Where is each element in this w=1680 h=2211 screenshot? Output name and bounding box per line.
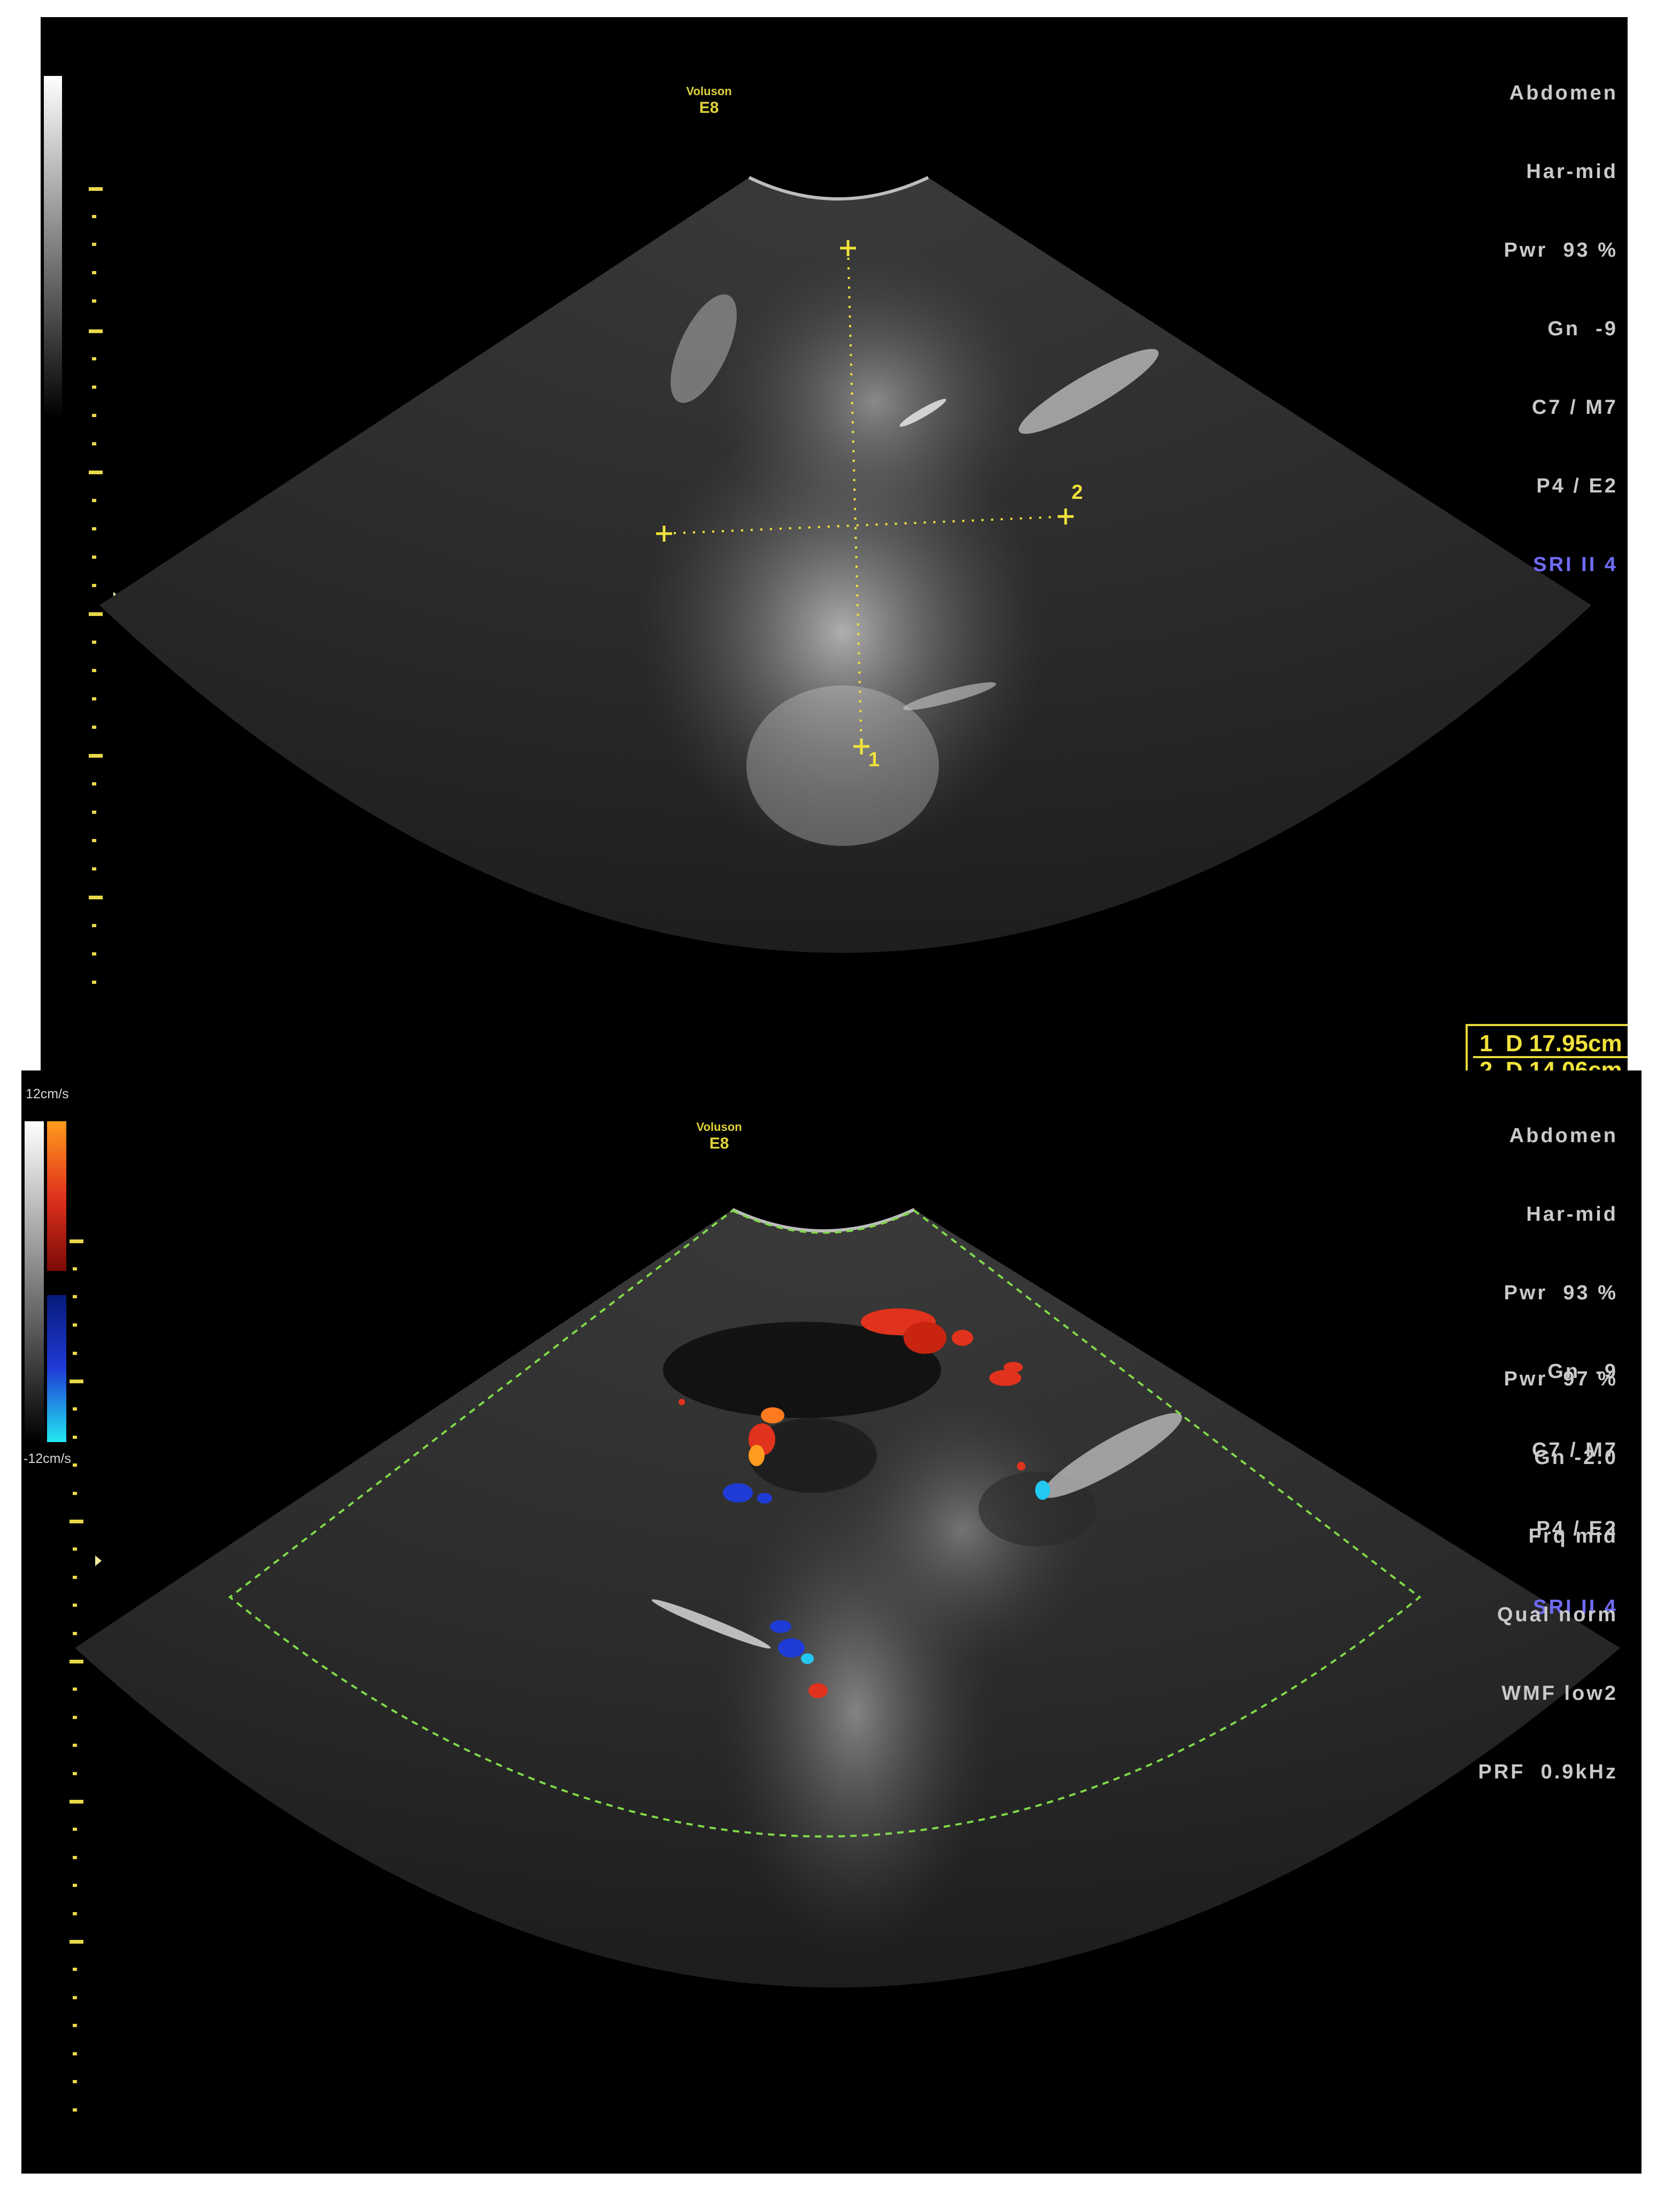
- brand-line1: Voluson: [686, 84, 732, 98]
- info-line: WMF low2: [1501, 1682, 1618, 1705]
- color-doppler-parameters: Pwr 97 % Gn -2.0 Frq mid Qual norm WMF l…: [1478, 1314, 1618, 1838]
- brand-line1: Voluson: [696, 1120, 742, 1134]
- info-line: Gn -9: [1547, 318, 1618, 340]
- ultrasound-color-doppler-panel: 12cm/s -12cm/s Voluson E8 Abdomen Har-mi…: [21, 1070, 1642, 2174]
- info-line: PRF 0.9kHz: [1478, 1761, 1618, 1783]
- caliper-label-2: 2: [1072, 481, 1083, 504]
- color-doppler-image: [25, 1121, 1620, 2112]
- grayscale-bar: [44, 76, 62, 418]
- info-line: Frq mid: [1528, 1525, 1618, 1547]
- measurement-1: 1 D 17.95cm: [1479, 1030, 1622, 1057]
- info-line: Qual norm: [1497, 1604, 1618, 1626]
- brand-label: Voluson E8: [656, 84, 762, 117]
- brand-line2: E8: [709, 1135, 729, 1152]
- info-line: C7 / M7: [1531, 396, 1618, 419]
- info-line: Gn -2.0: [1534, 1446, 1618, 1469]
- info-line: Pwr 97 %: [1504, 1368, 1618, 1390]
- info-line: Pwr 93 %: [1504, 239, 1618, 261]
- depth-scale: [70, 1239, 83, 2112]
- brand-line2: E8: [699, 99, 719, 117]
- focus-marker: [95, 1555, 102, 1566]
- info-line: Abdomen: [1509, 82, 1618, 104]
- velocity-max-label: 12cm/s: [26, 1087, 69, 1101]
- bmode-image: [44, 76, 1591, 984]
- depth-scale: [89, 187, 103, 984]
- info-line-sri: SRI II 4: [1533, 553, 1618, 576]
- velocity-min-label: -12cm/s: [24, 1451, 71, 1466]
- info-line: Har-mid: [1526, 160, 1618, 183]
- brand-label: Voluson E8: [666, 1120, 773, 1153]
- measurement-results: 1 D 17.95cm 2 D 14.06cm: [1466, 1024, 1628, 1073]
- ultrasound-bmode-panel: 1 2 Voluson E8 Abdomen Har-mid Pwr 93 % …: [41, 17, 1628, 1073]
- info-line: P4 / E2: [1536, 475, 1618, 497]
- grayscale-bar: [25, 1121, 44, 1442]
- info-line: Abdomen: [1509, 1124, 1618, 1147]
- info-line: Pwr 93 %: [1504, 1282, 1618, 1304]
- velocity-scale-positive: [47, 1121, 66, 1271]
- caliper-label-1: 1: [868, 749, 880, 771]
- velocity-scale-negative: [47, 1295, 66, 1442]
- info-line: Har-mid: [1526, 1203, 1618, 1226]
- acquisition-parameters: Abdomen Har-mid Pwr 93 % Gn -9 C7 / M7 P…: [1504, 28, 1618, 630]
